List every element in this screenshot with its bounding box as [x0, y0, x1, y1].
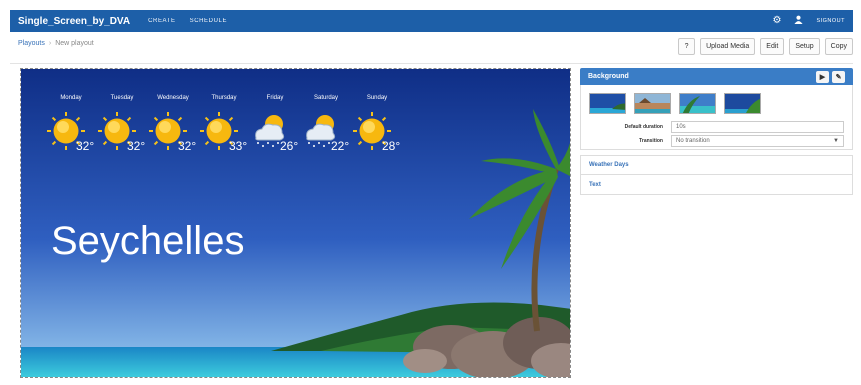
background-section-header[interactable]: Background ▶ ✎ [580, 68, 853, 85]
top-nav-bar: Single_Screen_by_DVA CREATE SCHEDULE ⚙ S… [10, 10, 853, 32]
settings-icon[interactable]: ⚙ [772, 16, 781, 26]
forecast-temperature: 32° [127, 139, 146, 153]
location-title: Seychelles [51, 219, 245, 263]
forecast-temperature: 26° [280, 139, 299, 153]
pencil-icon[interactable]: ✎ [832, 70, 845, 83]
forecast-day-label: Monday [60, 95, 82, 101]
header-divider [10, 63, 853, 64]
upload-media-button[interactable]: Upload Media [700, 38, 756, 55]
background-section-body: Default duration 10s Transition No trans… [580, 85, 853, 150]
help-button[interactable]: ? [678, 38, 696, 55]
edit-button[interactable]: Edit [760, 38, 785, 55]
background-thumbnails [589, 93, 761, 114]
forecast-day: Thursday 33° [199, 95, 249, 153]
properties-panel: Background ▶ ✎ Default duration 10s Tran… [580, 68, 853, 378]
forecast-temperature: 32° [178, 139, 197, 153]
forecast-day: Monday 32° [46, 95, 96, 153]
setup-button[interactable]: Setup [789, 38, 820, 55]
default-duration-label: Default duration [624, 124, 663, 130]
signout-link[interactable]: SIGNOUT [816, 18, 845, 24]
forecast-day: Friday 26° [250, 95, 300, 153]
transition-select[interactable]: No transition ▼ [671, 135, 844, 147]
user-icon[interactable] [794, 15, 803, 27]
breadcrumb: Playouts › New playout [18, 40, 94, 47]
chevron-down-icon: ▼ [833, 138, 839, 144]
default-duration-row: Default duration 10s [601, 121, 844, 133]
transition-label: Transition [639, 138, 663, 144]
transition-value: No transition [676, 138, 710, 144]
breadcrumb-separator: › [48, 40, 52, 47]
forecast-temperature: 22° [331, 139, 350, 153]
copy-button[interactable]: Copy [824, 38, 853, 55]
toolbar: ? Upload Media Edit Setup Copy [678, 38, 853, 55]
forecast-day-label: Wednesday [157, 95, 189, 101]
transition-row: Transition No transition ▼ [601, 135, 844, 147]
nav-schedule[interactable]: SCHEDULE [190, 18, 227, 24]
forecast-day: Wednesday 32° [148, 95, 198, 153]
nav-create[interactable]: CREATE [148, 18, 176, 24]
text-section[interactable]: Text [580, 175, 853, 195]
forecast-temperature: 28° [382, 139, 401, 153]
forecast-day-label: Sunday [366, 95, 388, 101]
background-thumbnail[interactable] [724, 93, 761, 114]
forecast-day: Sunday 28° [352, 95, 402, 153]
forecast-day-label: Friday [266, 95, 284, 101]
forecast-day: Tuesday 32° [97, 95, 147, 153]
background-section-title: Background [588, 73, 629, 80]
forecast-day-label: Saturday [313, 95, 338, 101]
forecast-day: Saturday 22° [301, 95, 351, 153]
default-duration-input[interactable]: 10s [671, 121, 844, 133]
top-right-menu: ⚙ SIGNOUT [772, 15, 845, 27]
playout-canvas[interactable]: Monday 32° Tuesday 32° Wednesday 32° Thursday 3… [20, 68, 571, 378]
forecast-day-label: Tuesday [110, 95, 134, 101]
section-tools: ▶ ✎ [816, 70, 845, 83]
forecast-temperature: 32° [76, 139, 95, 153]
default-duration-value: 10s [676, 124, 686, 130]
background-thumbnail[interactable] [679, 93, 716, 114]
app-title[interactable]: Single_Screen_by_DVA [18, 16, 130, 27]
weather-days-section[interactable]: Weather Days [580, 155, 853, 175]
play-icon[interactable]: ▶ [816, 70, 829, 83]
background-thumbnail[interactable] [589, 93, 626, 114]
forecast-temperature: 33° [229, 139, 248, 153]
breadcrumb-current: New playout [55, 40, 94, 47]
background-thumbnail[interactable] [634, 93, 671, 114]
breadcrumb-root[interactable]: Playouts [18, 40, 45, 47]
forecast-day-label: Thursday [211, 95, 237, 101]
